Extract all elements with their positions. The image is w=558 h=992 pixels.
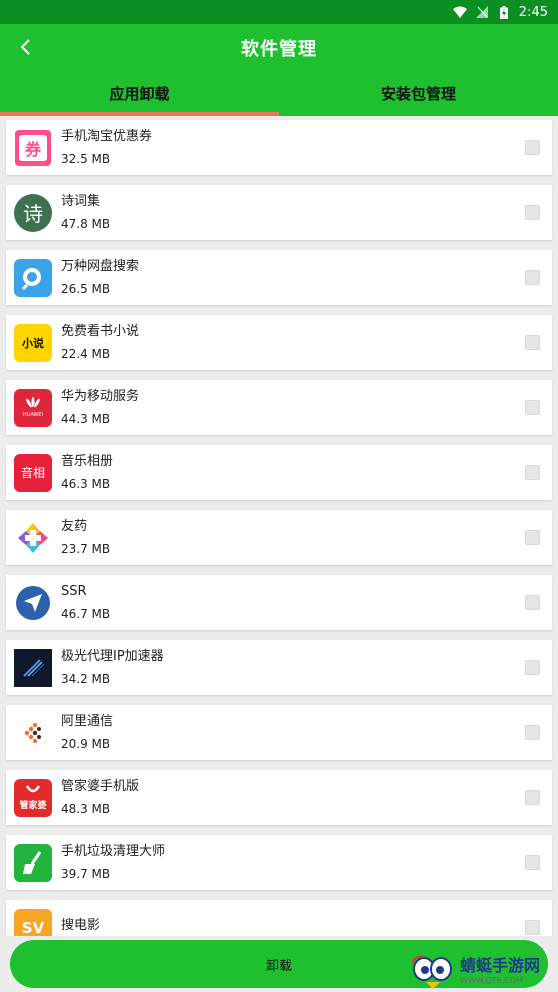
ali-icon bbox=[14, 713, 52, 752]
back-button[interactable] bbox=[10, 32, 40, 62]
app-name: 免费看书小说 bbox=[61, 323, 140, 339]
app-size: 47.8 MB bbox=[61, 216, 111, 231]
app-size: 46.3 MB bbox=[61, 476, 111, 491]
app-name: 阿里通信 bbox=[61, 713, 114, 729]
watermark-sub: WWW.QT6.COM bbox=[460, 975, 523, 985]
list-item[interactable]: 手机垃圾清理大师 39.7 MB bbox=[6, 835, 552, 890]
select-checkbox[interactable] bbox=[525, 855, 540, 870]
app-size: 32.5 MB bbox=[61, 151, 111, 166]
watermark-main: 蜻蜓手游网 bbox=[460, 955, 541, 975]
select-checkbox[interactable] bbox=[525, 660, 540, 675]
battery-icon bbox=[497, 5, 511, 19]
app-list[interactable]: 券 手机淘宝优惠券 32.5 MB 诗 诗词集 47.8 MB 万种网盘搜索 2… bbox=[0, 116, 558, 936]
status-time: 2:45 bbox=[518, 4, 548, 20]
app-name: 万种网盘搜索 bbox=[61, 258, 140, 274]
youyao-icon bbox=[14, 518, 52, 557]
list-item[interactable]: 音相 音乐相册 46.3 MB bbox=[6, 445, 552, 500]
app-size: 22.4 MB bbox=[61, 346, 111, 361]
app-name: 管家婆手机版 bbox=[61, 778, 140, 794]
app-name: 诗词集 bbox=[61, 193, 101, 209]
app-name: 手机垃圾清理大师 bbox=[61, 843, 166, 859]
list-item[interactable]: 极光代理IP加速器 34.2 MB bbox=[6, 640, 552, 695]
select-checkbox[interactable] bbox=[525, 530, 540, 545]
app-size: 26.5 MB bbox=[61, 281, 111, 296]
list-item[interactable]: SV 搜电影 bbox=[6, 900, 552, 936]
app-size: 34.2 MB bbox=[61, 671, 111, 686]
app-size: 46.7 MB bbox=[61, 606, 111, 621]
tab-app-uninstall[interactable]: 应用卸载 bbox=[0, 71, 279, 116]
select-checkbox[interactable] bbox=[525, 920, 540, 935]
app-name: 友药 bbox=[61, 518, 88, 534]
app-size: 44.3 MB bbox=[61, 411, 111, 426]
app-name: SSR bbox=[61, 583, 87, 599]
ssr-icon bbox=[14, 583, 52, 622]
page-title: 软件管理 bbox=[241, 38, 317, 60]
app-size: 23.7 MB bbox=[61, 541, 111, 556]
novel-icon: 小说 bbox=[14, 323, 52, 362]
uninstall-label: 卸载 bbox=[265, 958, 292, 974]
app-size: 20.9 MB bbox=[61, 736, 111, 751]
list-item[interactable]: 券 手机淘宝优惠券 32.5 MB bbox=[6, 120, 552, 175]
app-name: 手机淘宝优惠券 bbox=[61, 128, 153, 144]
jiguang-icon bbox=[14, 648, 52, 687]
wifi-icon bbox=[452, 5, 467, 19]
app-name: 华为移动服务 bbox=[61, 388, 140, 404]
poetry-icon: 诗 bbox=[14, 193, 52, 232]
status-bar: 2:45 bbox=[0, 0, 558, 24]
list-item[interactable]: 诗 诗词集 47.8 MB bbox=[6, 185, 552, 240]
list-item[interactable]: SSR 46.7 MB bbox=[6, 575, 552, 630]
app-size: 39.7 MB bbox=[61, 866, 111, 881]
chevron-left-icon bbox=[20, 39, 30, 55]
list-item[interactable]: 小说 免费看书小说 22.4 MB bbox=[6, 315, 552, 370]
app-size: 48.3 MB bbox=[61, 801, 111, 816]
music-album-icon: 音相 bbox=[14, 453, 52, 492]
select-checkbox[interactable] bbox=[525, 140, 540, 155]
app-name: 音乐相册 bbox=[61, 453, 114, 469]
coupon-icon: 券 bbox=[14, 128, 52, 167]
tab-package-manage[interactable]: 安装包管理 bbox=[279, 71, 558, 116]
app-name: 极光代理IP加速器 bbox=[61, 648, 164, 664]
tab-bar: 应用卸载 安装包管理 bbox=[0, 71, 558, 116]
signal-icon bbox=[475, 5, 489, 19]
huawei-icon: HUAWEI bbox=[14, 388, 52, 427]
list-item[interactable]: HUAWEI 华为移动服务 44.3 MB bbox=[6, 380, 552, 435]
sv-icon: SV bbox=[14, 908, 52, 936]
dragonfly-logo-icon bbox=[411, 955, 452, 989]
select-checkbox[interactable] bbox=[525, 465, 540, 480]
select-checkbox[interactable] bbox=[525, 335, 540, 350]
select-checkbox[interactable] bbox=[525, 790, 540, 805]
select-checkbox[interactable] bbox=[525, 595, 540, 610]
select-checkbox[interactable] bbox=[525, 400, 540, 415]
cleaner-icon bbox=[14, 843, 52, 882]
select-checkbox[interactable] bbox=[525, 725, 540, 740]
list-item[interactable]: 万种网盘搜索 26.5 MB bbox=[6, 250, 552, 305]
search-app-icon bbox=[14, 258, 52, 297]
list-item[interactable]: 友药 23.7 MB bbox=[6, 510, 552, 565]
list-item[interactable]: 管家婆 管家婆手机版 48.3 MB bbox=[6, 770, 552, 825]
select-checkbox[interactable] bbox=[525, 270, 540, 285]
list-item[interactable]: 阿里通信 20.9 MB bbox=[6, 705, 552, 760]
select-checkbox[interactable] bbox=[525, 205, 540, 220]
guanjiapo-icon: 管家婆 bbox=[14, 778, 52, 817]
app-header: 软件管理 bbox=[0, 24, 558, 71]
watermark-logo: 蜻蜓手游网 WWW.QT6.COM bbox=[410, 950, 558, 992]
app-name: 搜电影 bbox=[61, 917, 101, 933]
